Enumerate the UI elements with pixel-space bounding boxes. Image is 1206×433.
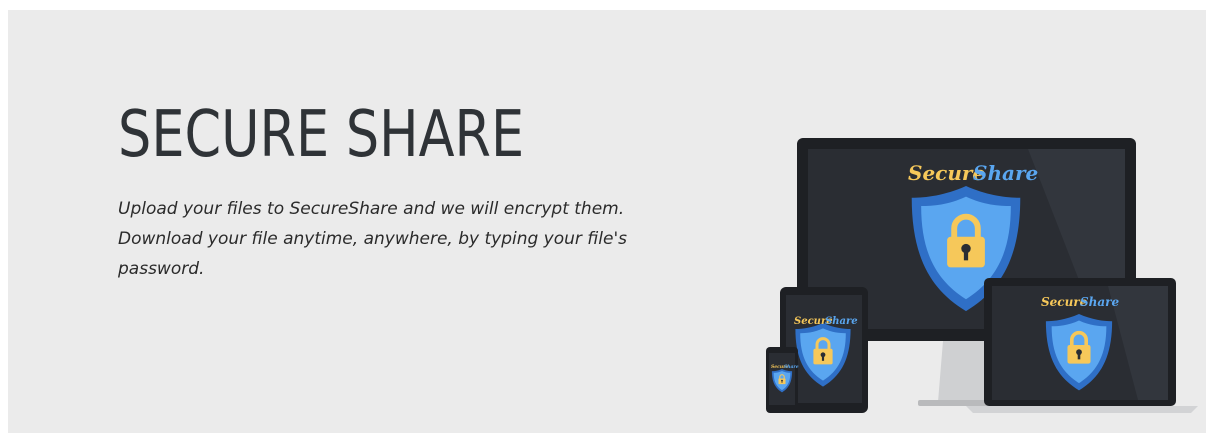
phone: Secure Share: [766, 347, 799, 413]
brand-word-share: Share: [825, 316, 858, 327]
brand-word-share: Share: [1080, 295, 1119, 309]
laptop: Secure Share: [966, 278, 1198, 413]
brand-word-share: Share: [784, 364, 799, 370]
hero-section: SECURE SHARE Upload your files to Secure…: [8, 10, 1206, 433]
brand-word-share: Share: [973, 161, 1038, 185]
devices-illustration: Secure Share Secure Share Secure Share S…: [766, 138, 1198, 413]
